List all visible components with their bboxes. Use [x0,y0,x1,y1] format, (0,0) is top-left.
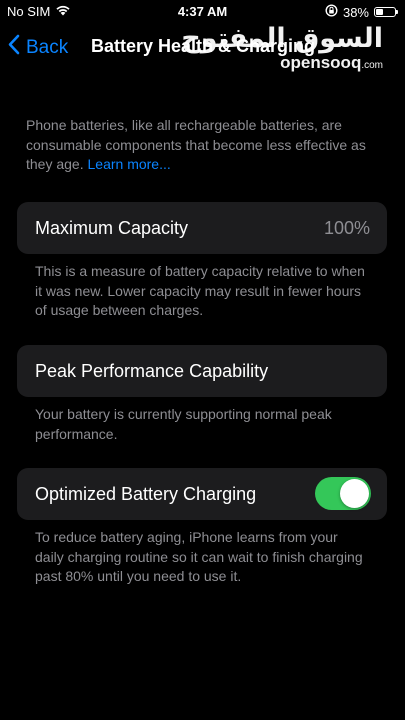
opensooq-watermark: السوق المفتوح opensooq.com [181,24,383,74]
watermark-suffix: .com [361,60,383,71]
status-right: 38% [325,4,398,20]
learn-more-link[interactable]: Learn more... [88,156,171,172]
maximum-capacity-row: Maximum Capacity 100% [17,202,387,254]
intro-text: Phone batteries, like all rechargeable b… [26,117,366,172]
peak-performance-row: Peak Performance Capability [17,345,387,397]
back-button[interactable]: Back [8,34,68,61]
maximum-capacity-label: Maximum Capacity [35,218,189,238]
optimized-charging-row: Optimized Battery Charging [17,468,387,520]
back-label: Back [26,36,69,58]
peak-performance-label: Peak Performance Capability [35,361,269,381]
battery-percent: 38% [342,4,369,20]
battery-icon [374,7,398,17]
status-bar: No SIM 4:37 AM 38% [0,0,405,22]
battery-fill [376,9,383,15]
toggle-knob [340,479,369,508]
maximum-capacity-footer: This is a measure of battery capacity re… [35,263,365,318]
chevron-left-icon [8,34,20,61]
intro-description: Phone batteries, like all rechargeable b… [26,116,366,175]
battery-cap [396,10,398,14]
peak-performance-footer: Your battery is currently supporting nor… [35,406,332,442]
maximum-capacity-value: 100% [323,218,370,238]
optimized-charging-toggle[interactable] [315,477,371,510]
optimized-charging-footer: To reduce battery aging, iPhone learns f… [35,529,363,584]
watermark-latin: opensooq.com [181,53,383,74]
watermark-arabic: السوق المفتوح [181,23,383,54]
watermark-latin-text: opensooq [280,53,362,72]
rotation-lock-icon [325,4,338,20]
optimized-charging-label: Optimized Battery Charging [35,484,257,504]
